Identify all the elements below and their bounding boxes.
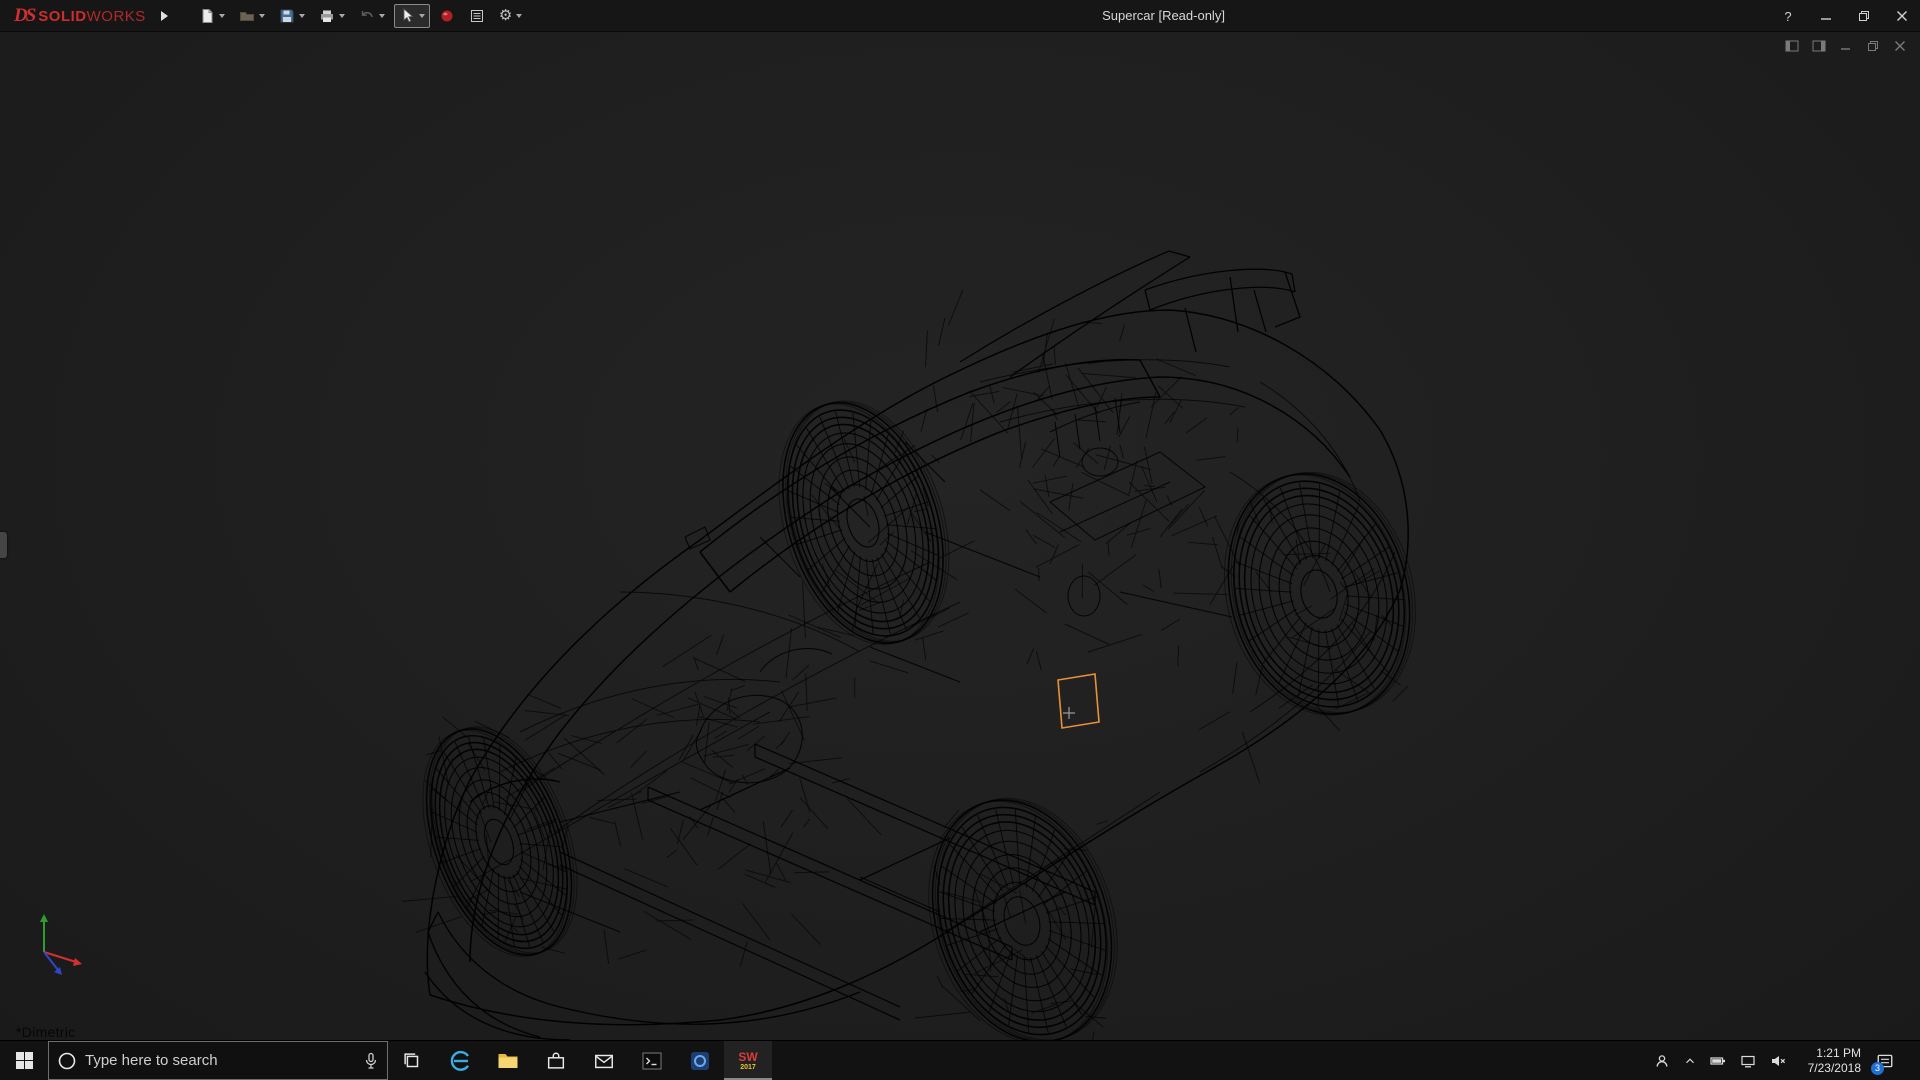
close-icon xyxy=(1896,10,1908,22)
taskbar-empty-area xyxy=(772,1041,1653,1080)
edge-button[interactable] xyxy=(436,1041,484,1080)
undo-icon xyxy=(359,8,375,24)
open-document-button[interactable] xyxy=(234,4,270,28)
system-tray: 1:21 PM 7/23/2018 3 xyxy=(1653,1041,1920,1080)
windows-logo-icon xyxy=(16,1052,33,1069)
taskpane-flyout-tab[interactable] xyxy=(0,532,7,558)
search-input[interactable] xyxy=(85,1052,355,1069)
solidworks-logo: DS SOLIDWORKS xyxy=(0,5,154,27)
notification-badge: 3 xyxy=(1871,1062,1884,1075)
clock-date: 7/23/2018 xyxy=(1799,1061,1861,1076)
titlebar: DS SOLIDWORKS xyxy=(0,0,1920,32)
select-arrow-icon xyxy=(399,8,415,24)
people-icon[interactable] xyxy=(1653,1053,1671,1069)
wireframe-car-model xyxy=(0,32,1920,1040)
chevron-down-icon[interactable] xyxy=(516,14,522,18)
quick-access-toolbar: ⚙ xyxy=(194,4,527,28)
brand-solid: SOLID xyxy=(38,8,86,25)
clock-time: 1:21 PM xyxy=(1799,1046,1861,1061)
doc-close-button[interactable] xyxy=(1891,38,1908,53)
minimize-icon xyxy=(1820,10,1832,22)
chevron-down-icon[interactable] xyxy=(379,14,385,18)
action-center-button[interactable]: 3 xyxy=(1873,1049,1897,1073)
cortana-icon xyxy=(57,1051,77,1071)
options-button[interactable]: ⚙ xyxy=(494,4,527,28)
blue-app-icon xyxy=(688,1049,712,1073)
command-prompt-icon xyxy=(640,1049,664,1073)
solidworks-2017-icon: SW 2017 xyxy=(738,1051,757,1071)
file-explorer-icon xyxy=(496,1049,520,1073)
new-document-icon xyxy=(199,8,215,24)
taskbar-search[interactable] xyxy=(48,1041,388,1080)
taskbar-clock[interactable]: 1:21 PM 7/23/2018 xyxy=(1799,1046,1861,1076)
new-document-button[interactable] xyxy=(194,4,230,28)
red-sphere-icon xyxy=(439,8,455,24)
help-button[interactable]: ? xyxy=(1780,8,1796,24)
document-window-controls xyxy=(1783,38,1908,53)
solidworks-app-button[interactable]: SW 2017 xyxy=(724,1041,772,1080)
network-icon[interactable] xyxy=(1739,1053,1757,1069)
crosshair-cursor-icon xyxy=(1063,707,1075,719)
maximize-button[interactable] xyxy=(1856,8,1872,24)
save-icon xyxy=(279,8,295,24)
open-folder-icon xyxy=(239,8,255,24)
app-button[interactable] xyxy=(676,1041,724,1080)
resources-button[interactable] xyxy=(434,4,460,28)
edge-icon xyxy=(448,1049,472,1073)
save-button[interactable] xyxy=(274,4,310,28)
gear-icon: ⚙ xyxy=(499,8,512,24)
document-title: Supercar [Read-only] xyxy=(1102,8,1225,23)
solidworks-window: DS SOLIDWORKS xyxy=(0,0,1920,1080)
view-orientation-label: *Dimetric xyxy=(16,1024,75,1040)
pane-left-button[interactable] xyxy=(1783,38,1800,53)
ds-logo-icon: DS xyxy=(14,5,34,27)
selection-box xyxy=(1058,674,1099,728)
menu-flyout-button[interactable] xyxy=(154,5,176,27)
flyout-arrow-icon xyxy=(161,11,168,21)
chevron-down-icon[interactable] xyxy=(339,14,345,18)
task-view-icon xyxy=(401,1050,423,1072)
orientation-triad xyxy=(14,912,104,982)
windows-taskbar: SW 2017 xyxy=(0,1040,1920,1080)
store-icon xyxy=(545,1050,567,1072)
battery-icon[interactable] xyxy=(1709,1053,1727,1069)
restore-icon xyxy=(1858,10,1870,22)
print-icon xyxy=(319,8,335,24)
graphics-viewport[interactable]: *Dimetric xyxy=(0,32,1920,1040)
volume-muted-icon[interactable] xyxy=(1769,1053,1787,1069)
brand-works: WORKS xyxy=(87,8,146,25)
task-pane-icon xyxy=(469,8,485,24)
doc-restore-button[interactable] xyxy=(1864,38,1881,53)
close-button[interactable] xyxy=(1894,8,1910,24)
select-tool-button[interactable] xyxy=(394,4,430,28)
mail-icon xyxy=(593,1050,615,1072)
store-button[interactable] xyxy=(532,1041,580,1080)
microphone-icon[interactable] xyxy=(363,1052,379,1070)
minimize-button[interactable] xyxy=(1818,8,1834,24)
undo-button[interactable] xyxy=(354,4,390,28)
task-pane-button[interactable] xyxy=(464,4,490,28)
task-view-button[interactable] xyxy=(388,1041,436,1080)
print-button[interactable] xyxy=(314,4,350,28)
chevron-down-icon[interactable] xyxy=(219,14,225,18)
doc-minimize-button[interactable] xyxy=(1837,38,1854,53)
chevron-down-icon[interactable] xyxy=(299,14,305,18)
pinned-apps: SW 2017 xyxy=(388,1041,772,1080)
file-explorer-button[interactable] xyxy=(484,1041,532,1080)
chevron-down-icon[interactable] xyxy=(259,14,265,18)
chevron-down-icon[interactable] xyxy=(419,14,425,18)
pane-right-button[interactable] xyxy=(1810,38,1827,53)
mail-button[interactable] xyxy=(580,1041,628,1080)
command-prompt-button[interactable] xyxy=(628,1041,676,1080)
window-controls: ? xyxy=(1780,0,1914,32)
start-button[interactable] xyxy=(0,1041,48,1080)
chevron-up-icon[interactable] xyxy=(1683,1054,1697,1068)
